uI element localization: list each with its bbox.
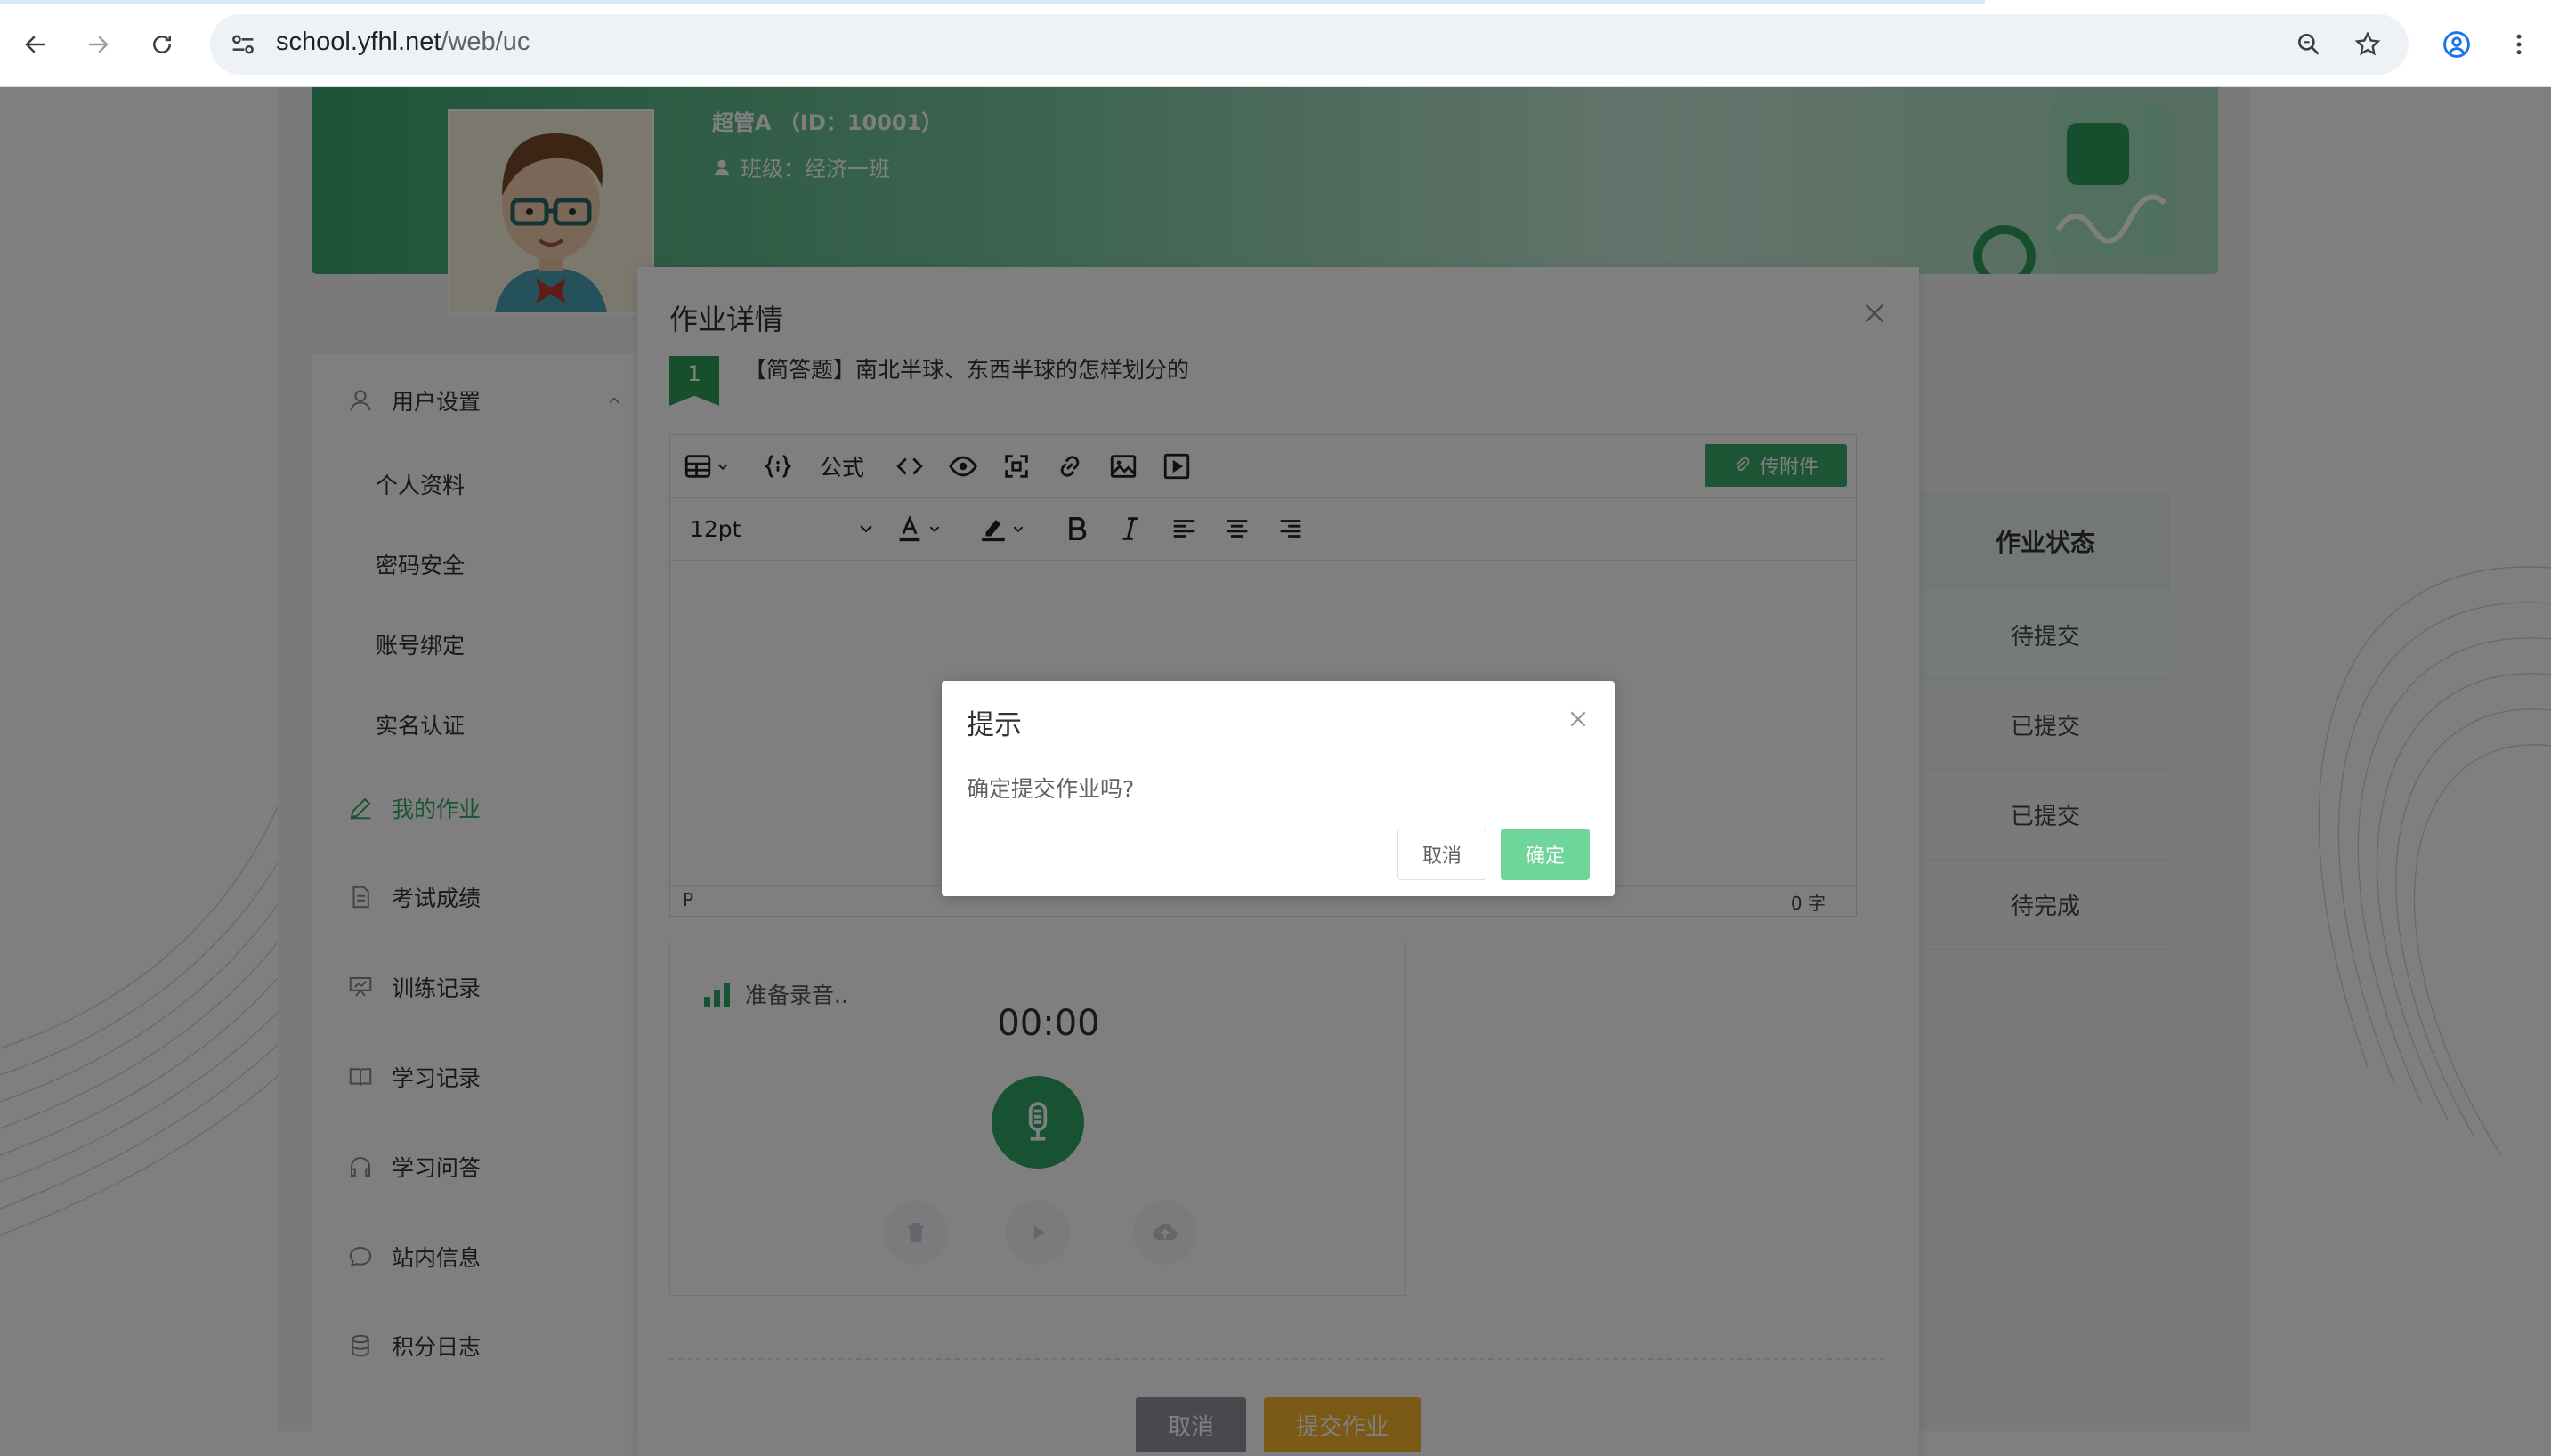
confirm-ok-button[interactable]: 确定 xyxy=(1501,829,1590,880)
profile-icon[interactable] xyxy=(2434,21,2480,68)
confirm-title: 提示 xyxy=(967,709,1022,741)
reload-icon[interactable] xyxy=(139,21,185,68)
bookmark-star-icon[interactable] xyxy=(2344,21,2391,68)
confirm-cancel-button[interactable]: 取消 xyxy=(1397,829,1486,880)
back-icon[interactable] xyxy=(12,21,59,68)
zoom-icon[interactable] xyxy=(2286,21,2332,68)
confirm-dialog: 提示 确定提交作业吗? 取消 确定 xyxy=(942,681,1615,896)
url-path: /web/uc xyxy=(441,28,530,56)
address-bar[interactable]: school.yfhl.net/web/uc xyxy=(210,14,2409,75)
close-icon[interactable] xyxy=(1567,708,1590,731)
site-settings-icon[interactable] xyxy=(228,29,258,60)
loading-bar xyxy=(0,0,1985,4)
url-host: school.yfhl.net xyxy=(276,28,441,56)
url-text: school.yfhl.net/web/uc xyxy=(276,28,530,57)
forward-icon[interactable] xyxy=(75,21,121,68)
browser-toolbar: school.yfhl.net/web/uc xyxy=(0,0,2551,87)
menu-kebab-icon[interactable] xyxy=(2496,21,2542,68)
confirm-message: 确定提交作业吗? xyxy=(967,776,1135,802)
